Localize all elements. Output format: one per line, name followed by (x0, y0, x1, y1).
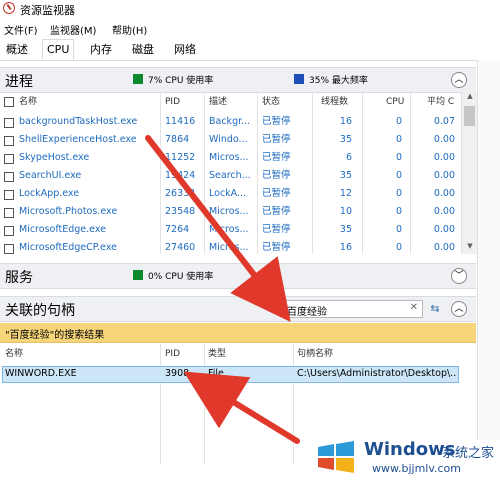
annotation-arrows (145, 135, 300, 444)
windows-logo-icon (318, 441, 354, 473)
watermark-url: www.bjjmlv.com (372, 462, 461, 475)
arrow-to-search (145, 135, 291, 322)
arrow-to-result (183, 371, 300, 444)
watermark-brand-cn: 系统之家 (442, 446, 495, 461)
watermark: Windows 系统之家 www.bjjmlv.com (312, 433, 500, 481)
